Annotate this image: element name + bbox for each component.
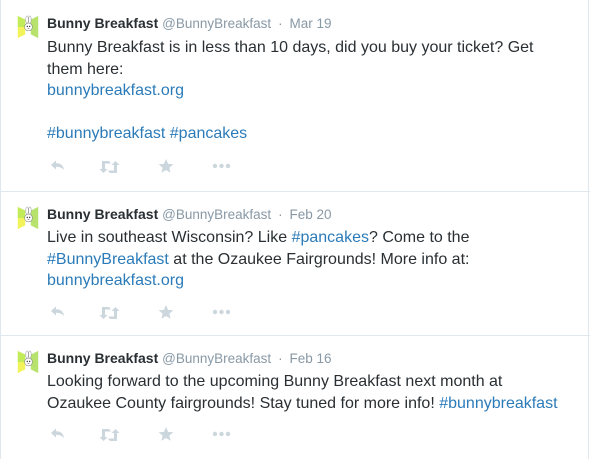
tweet-header: Bunny Breakfast @BunnyBreakfast · Feb 20 bbox=[47, 205, 331, 223]
retweet-icon bbox=[99, 428, 119, 441]
separator: · bbox=[278, 351, 283, 366]
tweet[interactable]: Bunny Breakfast @BunnyBreakfast · Feb 16… bbox=[1, 336, 590, 459]
favorite-button[interactable] bbox=[155, 303, 177, 321]
favorite-button[interactable] bbox=[155, 425, 177, 443]
favorite-icon bbox=[158, 159, 174, 173]
avatar[interactable] bbox=[15, 205, 41, 231]
reply-button[interactable] bbox=[47, 157, 69, 175]
text-segment: Ozaukee County fairgrounds! Stay tuned f… bbox=[47, 394, 440, 412]
username[interactable]: @BunnyBreakfast bbox=[162, 351, 271, 366]
text-segment: at the Ozaukee Fairgrounds! More info at… bbox=[168, 250, 470, 268]
retweet-icon bbox=[99, 160, 119, 173]
reply-button[interactable] bbox=[47, 425, 69, 443]
retweet-icon bbox=[99, 306, 119, 319]
text-line: Bunny Breakfast is in less than 10 days,… bbox=[47, 39, 534, 56]
avatar[interactable] bbox=[15, 14, 41, 40]
more-icon bbox=[212, 309, 230, 315]
separator: · bbox=[278, 16, 283, 31]
hashtag[interactable]: #bunnybreakfast bbox=[47, 125, 165, 142]
link[interactable]: bunnybreakfast.org bbox=[47, 272, 184, 289]
avatar[interactable] bbox=[15, 349, 41, 375]
separator: · bbox=[278, 207, 283, 222]
more-button[interactable] bbox=[209, 425, 233, 443]
hashtag[interactable]: #pancakes bbox=[292, 229, 369, 246]
reply-icon bbox=[51, 428, 64, 438]
more-button[interactable] bbox=[209, 303, 233, 321]
tweet-header: Bunny Breakfast @BunnyBreakfast · Feb 16 bbox=[47, 349, 331, 367]
text-line: Looking forward to the upcoming Bunny Br… bbox=[47, 373, 503, 390]
display-name[interactable]: Bunny Breakfast bbox=[47, 206, 158, 222]
tweet-timeline: Bunny Breakfast @BunnyBreakfast · Mar 19… bbox=[0, 0, 590, 459]
reply-button[interactable] bbox=[47, 303, 69, 321]
favorite-icon bbox=[158, 305, 174, 319]
text-segment: Live in southeast Wisconsin? Like bbox=[47, 229, 292, 246]
hashtag[interactable]: #BunnyBreakfast bbox=[47, 251, 169, 268]
tweet-text: Bunny Breakfast is in less than 10 days,… bbox=[47, 37, 577, 145]
link[interactable]: bunnybreakfast.org bbox=[47, 82, 184, 99]
text-line: them here: bbox=[47, 60, 124, 78]
timestamp[interactable]: Feb 20 bbox=[289, 207, 331, 222]
text-segment: ? Come to the bbox=[368, 229, 470, 246]
username[interactable]: @BunnyBreakfast bbox=[162, 16, 271, 31]
more-icon bbox=[212, 431, 230, 437]
favorite-icon bbox=[158, 427, 174, 441]
retweet-button[interactable] bbox=[97, 157, 121, 175]
tweet-text: Looking forward to the upcoming Bunny Br… bbox=[47, 371, 577, 414]
retweet-button[interactable] bbox=[97, 303, 121, 321]
tweet-header: Bunny Breakfast @BunnyBreakfast · Mar 19 bbox=[47, 14, 331, 32]
reply-icon bbox=[51, 306, 64, 316]
display-name[interactable]: Bunny Breakfast bbox=[47, 350, 158, 366]
reply-icon bbox=[51, 160, 64, 170]
tweet[interactable]: Bunny Breakfast @BunnyBreakfast · Mar 19… bbox=[1, 0, 590, 192]
timestamp[interactable]: Feb 16 bbox=[289, 351, 331, 366]
username[interactable]: @BunnyBreakfast bbox=[162, 207, 271, 222]
hashtag[interactable]: #pancakes bbox=[170, 125, 247, 142]
display-name[interactable]: Bunny Breakfast bbox=[47, 15, 158, 31]
favorite-button[interactable] bbox=[155, 157, 177, 175]
more-button[interactable] bbox=[209, 157, 233, 175]
hashtag[interactable]: #bunnybreakfast bbox=[439, 395, 557, 412]
tweet[interactable]: Bunny Breakfast @BunnyBreakfast · Feb 20… bbox=[1, 192, 590, 336]
retweet-button[interactable] bbox=[97, 425, 121, 443]
timestamp[interactable]: Mar 19 bbox=[289, 16, 331, 31]
tweet-text: Live in southeast Wisconsin? Like #panca… bbox=[47, 227, 577, 292]
more-icon bbox=[212, 163, 230, 169]
